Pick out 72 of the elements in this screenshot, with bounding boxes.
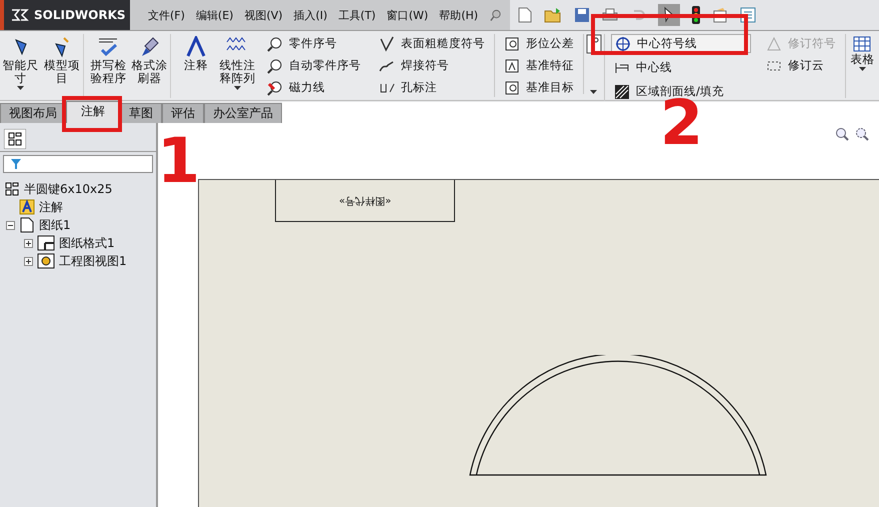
ribbon-button[interactable]: 孔标注 bbox=[376, 78, 488, 97]
caret-icon[interactable] bbox=[590, 90, 598, 94]
table-icon bbox=[853, 36, 872, 52]
open-folder-icon[interactable] bbox=[544, 7, 562, 23]
filter-icon bbox=[10, 158, 22, 170]
ribbon-button[interactable]: 模型项目 bbox=[41, 34, 84, 98]
hatch-fill-icon bbox=[614, 84, 630, 100]
expand-toggle-icon[interactable] bbox=[6, 220, 15, 230]
menu-item[interactable]: 视图(V) bbox=[244, 8, 283, 22]
ribbon-tab[interactable]: 办公室产品 bbox=[204, 103, 282, 123]
ribbon-button[interactable]: 智能尺寸 bbox=[0, 34, 42, 98]
assembly-icon bbox=[4, 181, 20, 197]
ribbon-button[interactable]: 表面粗糙度符号 bbox=[376, 34, 488, 53]
feature-tree-tab-icon[interactable] bbox=[4, 129, 26, 149]
datum-feature-icon bbox=[504, 58, 520, 74]
sheet-icon bbox=[19, 217, 35, 233]
tree-item[interactable]: 半圆键6x10x25 bbox=[4, 180, 152, 198]
menu-item[interactable]: 工具(T) bbox=[338, 8, 376, 22]
ribbon-button[interactable]: 自动零件序号 bbox=[264, 56, 364, 75]
menu-item[interactable]: 帮助(H) bbox=[439, 8, 478, 22]
tree-item[interactable]: 图纸1 bbox=[19, 216, 71, 234]
menu-item[interactable]: 窗口(W) bbox=[386, 8, 428, 22]
title-block-text: «图样代号» bbox=[338, 194, 392, 208]
expand-toggle-icon[interactable] bbox=[24, 238, 33, 248]
highlight-frame bbox=[62, 96, 122, 132]
auto-balloon-icon bbox=[266, 58, 283, 74]
ribbon-button[interactable]: 格式涂刷器 bbox=[128, 34, 172, 98]
logo-icon bbox=[10, 7, 30, 23]
ribbon-button[interactable]: 焊接符号 bbox=[376, 56, 488, 75]
ribbon-tab[interactable]: 注解 bbox=[66, 101, 120, 123]
sheet-format-icon bbox=[37, 235, 55, 251]
note-icon bbox=[184, 36, 208, 58]
step-number: 1 bbox=[157, 130, 200, 192]
filter-field[interactable] bbox=[3, 155, 153, 173]
ribbon-tab[interactable]: 评估 bbox=[162, 103, 204, 123]
triangle-icon bbox=[766, 36, 782, 52]
print-icon[interactable] bbox=[602, 7, 618, 23]
zoom-fit-icon[interactable] bbox=[835, 127, 849, 141]
tree-item[interactable]: 图纸格式1 bbox=[37, 234, 115, 252]
datum-target-icon bbox=[504, 80, 520, 96]
center-mark-icon bbox=[614, 36, 631, 52]
balloon-icon bbox=[266, 36, 283, 52]
tolerance-frame-icon bbox=[504, 36, 520, 52]
logo-text: SOLIDWORKS bbox=[34, 8, 126, 22]
save-icon[interactable] bbox=[574, 7, 590, 23]
menu-item[interactable]: 编辑(E) bbox=[196, 8, 234, 22]
zoom-area-icon[interactable] bbox=[855, 127, 869, 141]
ribbon-button[interactable]: 形位公差 bbox=[500, 34, 577, 53]
ribbon-button[interactable]: 基准特征 bbox=[500, 56, 577, 75]
ribbon-tab[interactable]: 草图 bbox=[120, 103, 162, 123]
menu-item[interactable]: 文件(F) bbox=[148, 8, 185, 22]
ribbon-button[interactable]: 注释 bbox=[175, 34, 217, 98]
new-document-icon[interactable] bbox=[518, 7, 532, 23]
caret-icon[interactable] bbox=[858, 67, 866, 71]
annotation-folder-icon bbox=[19, 199, 35, 215]
surface-finish-icon bbox=[378, 36, 395, 52]
ribbon-button[interactable]: 修订云 bbox=[762, 56, 839, 75]
drawing-view-icon bbox=[37, 253, 55, 269]
ribbon-button[interactable]: 拼写检验程序 bbox=[88, 34, 129, 98]
ribbon-button[interactable]: 线性注释阵列 bbox=[216, 34, 258, 98]
expand-toggle-icon[interactable] bbox=[24, 256, 33, 266]
caret-icon[interactable] bbox=[234, 86, 241, 90]
ribbon-button[interactable]: 中心线 bbox=[610, 58, 751, 77]
ribbon-button[interactable]: 基准目标 bbox=[500, 78, 577, 97]
tree-item[interactable]: 注解 bbox=[19, 198, 63, 216]
ribbon-button[interactable]: 磁力线 bbox=[264, 78, 364, 97]
ribbon-button[interactable]: 零件序号 bbox=[264, 34, 364, 53]
ribbon-button[interactable]: 表格 bbox=[844, 34, 879, 98]
tree-item[interactable]: 工程图视图1 bbox=[37, 252, 127, 270]
menu-item[interactable]: 插入(I) bbox=[294, 8, 328, 22]
caret-icon[interactable] bbox=[17, 86, 24, 90]
magnet-line-icon bbox=[266, 80, 283, 96]
